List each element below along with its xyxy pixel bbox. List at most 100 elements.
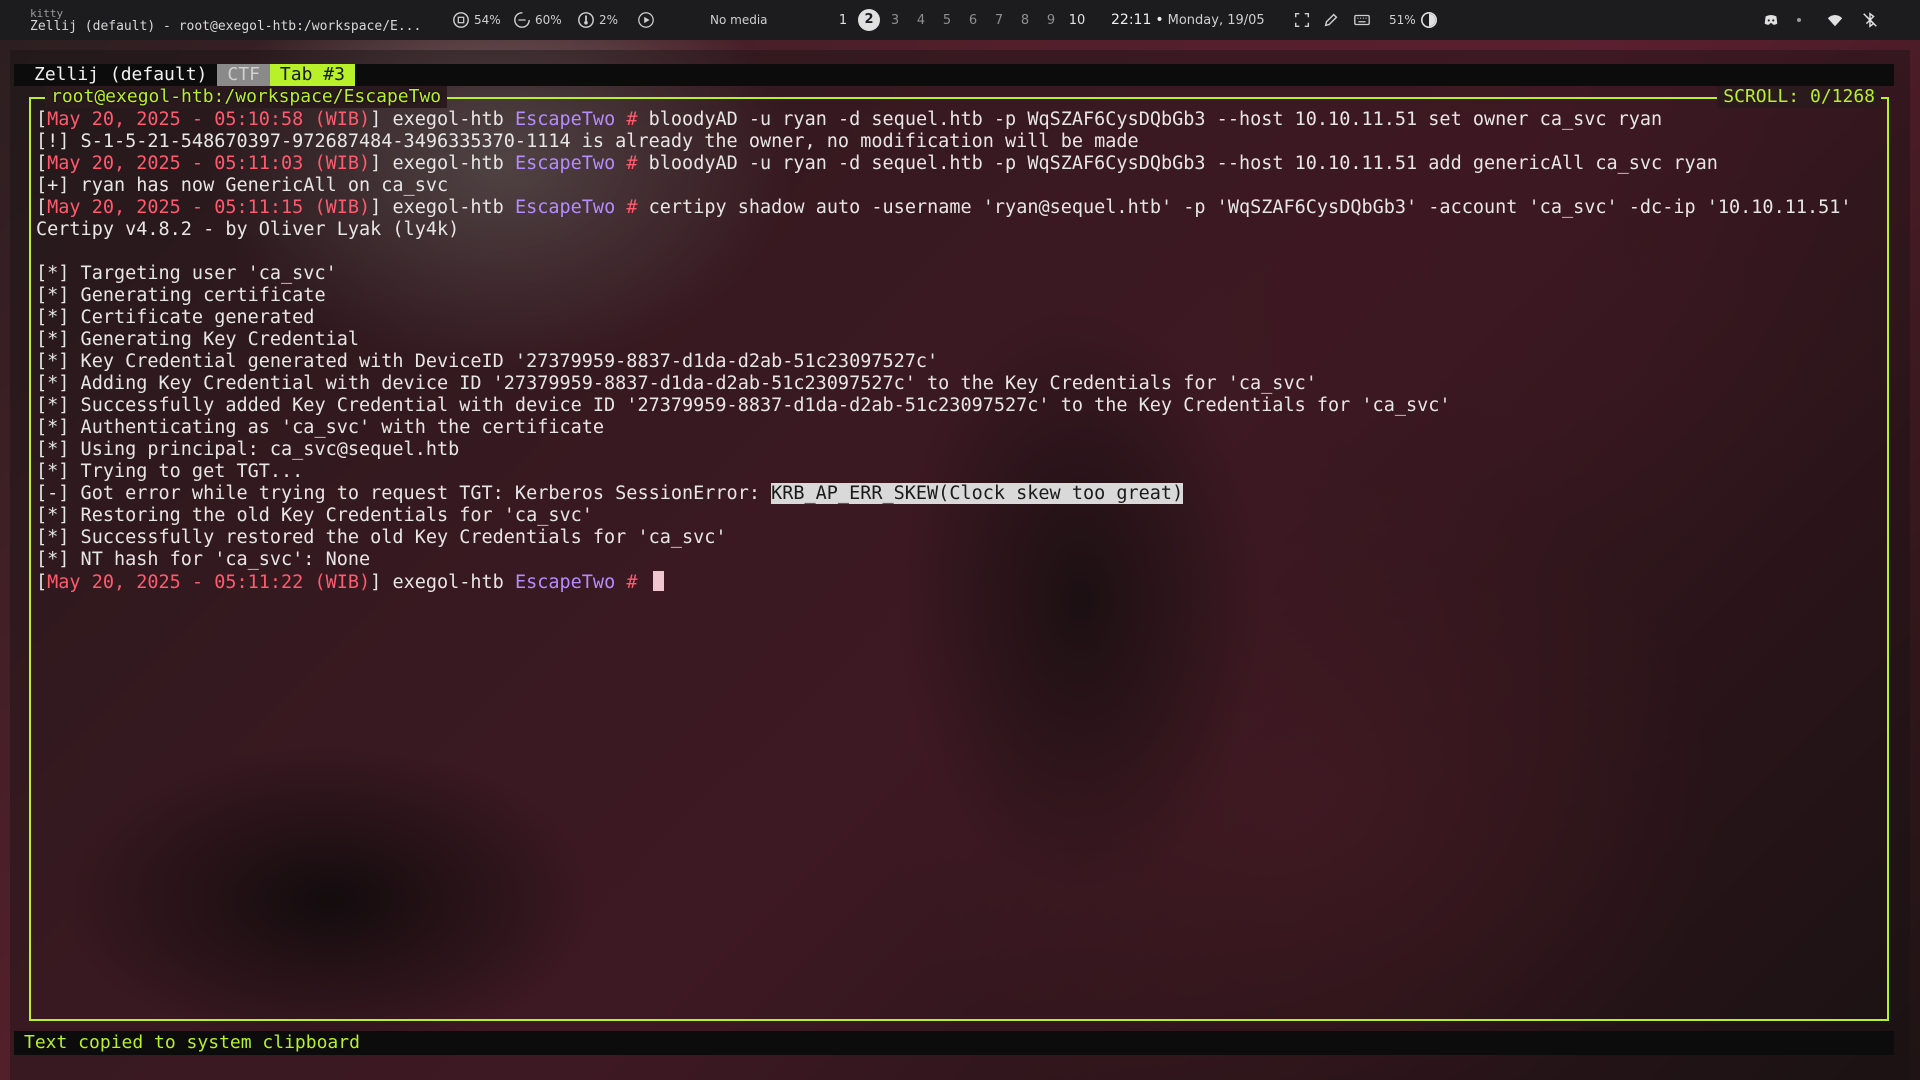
memory-icon xyxy=(514,12,530,28)
keyboard-button[interactable] xyxy=(1353,0,1371,40)
tray-dot xyxy=(1794,0,1804,40)
bracket: [ xyxy=(36,572,48,593)
prompt-line: [May 20, 2025 - 05:11:22 (WIB)] exegol-h… xyxy=(36,571,1876,593)
prompt-line: [May 20, 2025 - 05:10:58 (WIB)] exegol-h… xyxy=(36,109,1876,131)
output-line: [*] Certificate generated xyxy=(36,307,1876,329)
output-text: [!] S-1-5-21-548670397-972687484-3496335… xyxy=(36,131,1139,152)
output-line: [*] Restoring the old Key Credentials fo… xyxy=(36,505,1876,527)
output-line: [*] Adding Key Credential with device ID… xyxy=(36,373,1876,395)
workspace-6[interactable]: 6 xyxy=(960,13,986,28)
wifi-tray[interactable] xyxy=(1826,0,1844,40)
clock[interactable]: 22:11 • Monday, 19/05 xyxy=(1111,0,1265,40)
output-line: [*] Trying to get TGT... xyxy=(36,461,1876,483)
output-text: [*] Successfully added Key Credential wi… xyxy=(36,395,1451,416)
prompt-host: exegol-htb xyxy=(392,109,504,130)
workspace-7[interactable]: 7 xyxy=(986,13,1012,28)
bracket: [ xyxy=(36,109,48,130)
prompt-directory: EscapeTwo xyxy=(514,153,616,174)
bluetooth-off-icon xyxy=(1863,12,1877,28)
clock-time: 22:11 xyxy=(1111,12,1152,28)
output-line: Certipy v4.8.2 - by Oliver Lyak (ly4k) xyxy=(36,219,1876,241)
output-line: [*] Generating certificate xyxy=(36,285,1876,307)
cpu-value: 54% xyxy=(474,13,501,27)
output-text: [*] Adding Key Credential with device ID… xyxy=(36,373,1317,394)
window-title: kitty Zellij (default) - root@exegol-htb… xyxy=(30,0,421,40)
output-text: [*] Trying to get TGT... xyxy=(36,461,304,482)
workspace-4[interactable]: 4 xyxy=(908,13,934,28)
prompt-symbol: # xyxy=(615,153,649,174)
discord-tray[interactable] xyxy=(1762,0,1780,40)
media-play-button[interactable] xyxy=(637,0,655,40)
top-bar: kitty Zellij (default) - root@exegol-htb… xyxy=(0,0,1920,40)
output-text: [*] Targeting user 'ca_svc' xyxy=(36,263,337,284)
output-text: [*] Restoring the old Key Credentials fo… xyxy=(36,505,593,526)
output-line: [*] NT hash for 'ca_svc': None xyxy=(36,549,1876,571)
session-name: Zellij (default) xyxy=(14,64,218,86)
media-status-text: No media xyxy=(710,13,768,27)
scroll-indicator: SCROLL: 0/1268 xyxy=(1717,86,1881,108)
output-line: [*] Targeting user 'ca_svc' xyxy=(36,263,1876,285)
prompt-directory: EscapeTwo xyxy=(514,109,616,130)
bracket: ] xyxy=(370,109,393,130)
command-text: bloodyAD -u ryan -d sequel.htb -p WqSZAF… xyxy=(648,109,1663,130)
status-bar: Text copied to system clipboard xyxy=(14,1031,1894,1055)
workspace-10[interactable]: 10 xyxy=(1064,13,1090,28)
workspace-3[interactable]: 3 xyxy=(882,13,908,28)
workspace-5[interactable]: 5 xyxy=(934,13,960,28)
memory-stat[interactable]: 60% xyxy=(513,0,562,40)
prompt-timestamp: May 20, 2025 - 05:10:58 (WIB) xyxy=(47,109,371,130)
output-text: [*] Generating certificate xyxy=(36,285,326,306)
tab-3[interactable]: Tab #3 xyxy=(269,64,355,86)
prompt-symbol: # xyxy=(615,197,649,218)
clock-date: Monday, 19/05 xyxy=(1167,12,1265,28)
bluetooth-tray[interactable] xyxy=(1861,0,1879,40)
selected-text: KRB_AP_ERR_SKEW(Clock skew too great) xyxy=(771,483,1184,504)
prompt-symbol: # xyxy=(615,109,649,130)
discord-icon xyxy=(1764,15,1778,25)
workspace-9[interactable]: 9 xyxy=(1038,13,1064,28)
output-text: [*] Authenticating as 'ca_svc' with the … xyxy=(36,417,605,438)
output-line: [-] Got error while trying to request TG… xyxy=(36,483,1876,505)
output-text: [*] NT hash for 'ca_svc': None xyxy=(36,549,371,570)
output-line: [!] S-1-5-21-548670397-972687484-3496335… xyxy=(36,131,1876,153)
prompt-directory: EscapeTwo xyxy=(514,572,616,593)
output-text: [*] Certificate generated xyxy=(36,307,315,328)
output-text: [-] Got error while trying to request TG… xyxy=(36,483,772,504)
temp-value: 2% xyxy=(599,13,619,27)
play-icon xyxy=(638,12,654,28)
temp-stat[interactable]: 2% xyxy=(577,0,618,40)
clock-separator: • xyxy=(1155,12,1164,28)
cpu-stat[interactable]: 54% xyxy=(452,0,501,40)
command-text: certipy shadow auto -username 'ryan@sequ… xyxy=(648,197,1852,218)
memory-value: 60% xyxy=(535,13,562,27)
temperature-icon xyxy=(578,12,594,28)
fullscreen-icon xyxy=(1294,12,1310,28)
workspace-1[interactable]: 1 xyxy=(830,13,856,28)
battery-icon xyxy=(1420,11,1437,29)
output-line: [*] Successfully added Key Credential wi… xyxy=(36,395,1876,417)
output-text: [*] Key Credential generated with Device… xyxy=(36,351,939,372)
prompt-host: exegol-htb xyxy=(392,197,504,218)
prompt-timestamp: May 20, 2025 - 05:11:22 (WIB) xyxy=(47,572,371,593)
prompt-directory: EscapeTwo xyxy=(514,197,616,218)
color-picker-button[interactable] xyxy=(1322,0,1340,40)
bracket: ] xyxy=(370,197,393,218)
prompt-timestamp: May 20, 2025 - 05:11:15 (WIB) xyxy=(47,197,371,218)
prompt-host: exegol-htb xyxy=(392,153,504,174)
output-text: [*] Using principal: ca_svc@sequel.htb xyxy=(36,439,460,460)
workspace-8[interactable]: 8 xyxy=(1012,13,1038,28)
workspace-2[interactable]: 2 xyxy=(858,9,880,31)
dot-icon xyxy=(1797,18,1801,22)
fullscreen-button[interactable] xyxy=(1293,0,1311,40)
output-line: [*] Using principal: ca_svc@sequel.htb xyxy=(36,439,1876,461)
output-text: [+] ryan has now GenericAll on ca_svc xyxy=(36,175,449,196)
output-text: Certipy v4.8.2 - by Oliver Lyak (ly4k) xyxy=(36,219,460,240)
bracket: ] xyxy=(370,572,393,593)
battery-indicator[interactable]: 51% xyxy=(1389,0,1438,40)
pen-icon xyxy=(1324,13,1338,27)
tab-ctf[interactable]: CTF xyxy=(217,64,270,86)
pane-title: root@exegol-htb:/workspace/EscapeTwo xyxy=(45,86,448,108)
